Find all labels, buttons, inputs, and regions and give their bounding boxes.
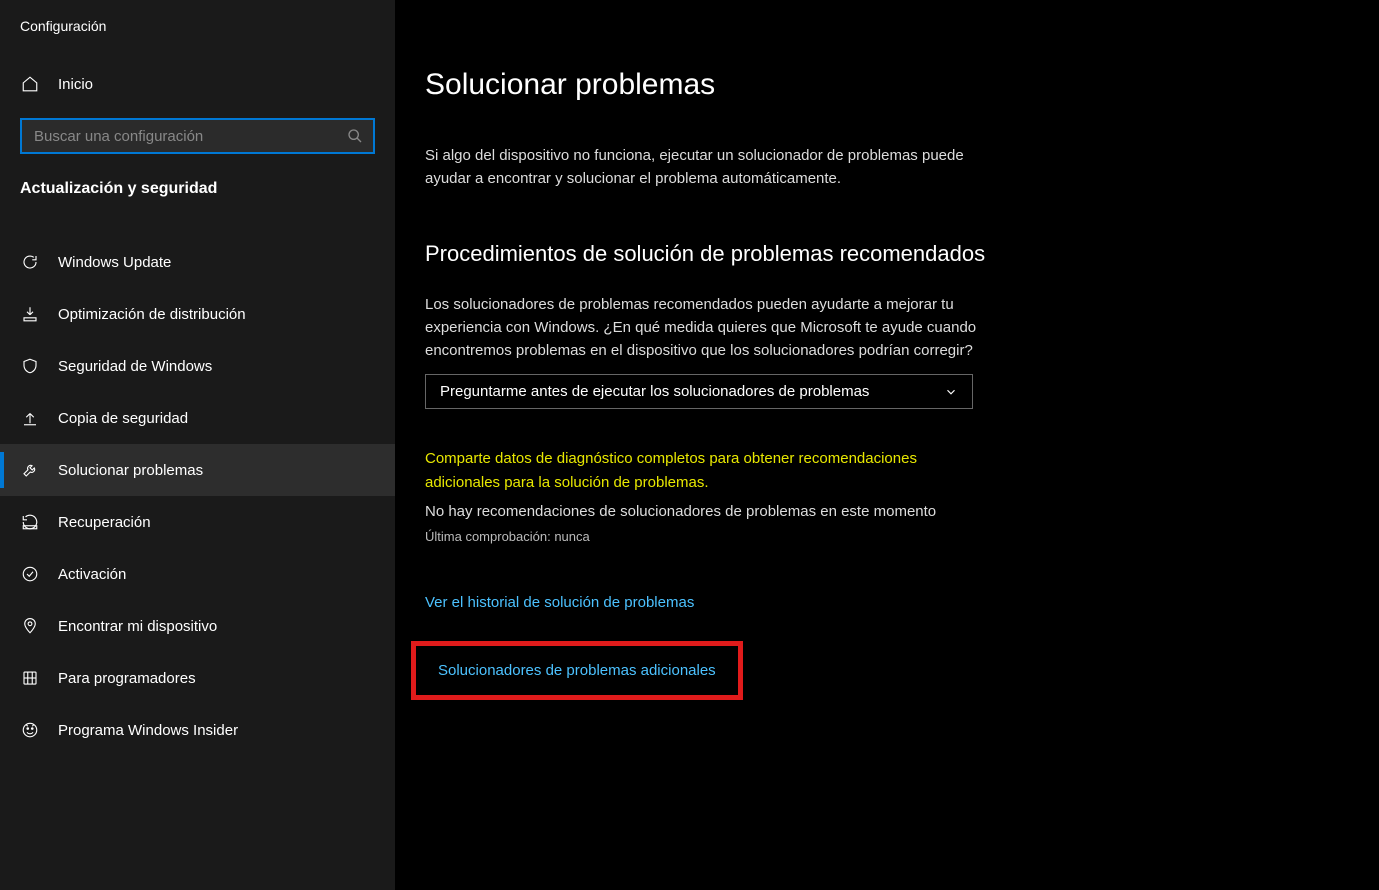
nav-label: Programa Windows Insider [58, 722, 238, 739]
check-circle-icon [20, 564, 40, 584]
sidebar-item-developers[interactable]: Para programadores [0, 652, 395, 704]
main-content: Solucionar problemas Si algo del disposi… [395, 0, 1379, 890]
location-icon [20, 616, 40, 636]
recommended-title: Procedimientos de solución de problemas … [425, 241, 1339, 267]
window-title: Configuración [0, 18, 395, 64]
nav-label: Activación [58, 566, 126, 583]
history-link[interactable]: Ver el historial de solución de problema… [425, 594, 1339, 611]
home-icon [20, 74, 40, 94]
home-label: Inicio [58, 76, 93, 93]
sync-icon [20, 252, 40, 272]
recommended-desc: Los solucionadores de problemas recomend… [425, 293, 985, 363]
nav-label: Copia de seguridad [58, 410, 188, 427]
chevron-down-icon [944, 385, 958, 399]
sidebar-item-find-device[interactable]: Encontrar mi dispositivo [0, 600, 395, 652]
sidebar-item-windows-update[interactable]: Windows Update [0, 236, 395, 288]
run-preference-dropdown[interactable]: Preguntarme antes de ejecutar los soluci… [425, 374, 973, 409]
sidebar-item-backup[interactable]: Copia de seguridad [0, 392, 395, 444]
developer-icon [20, 668, 40, 688]
sidebar-item-recovery[interactable]: Recuperación [0, 496, 395, 548]
backup-icon [20, 408, 40, 428]
highlight-annotation: Solucionadores de problemas adicionales [411, 641, 743, 700]
sidebar-item-troubleshoot[interactable]: Solucionar problemas [0, 444, 395, 496]
section-title: Actualización y seguridad [0, 180, 395, 216]
sidebar-item-activation[interactable]: Activación [0, 548, 395, 600]
nav-label: Optimización de distribución [58, 306, 246, 323]
sidebar-item-insider[interactable]: Programa Windows Insider [0, 704, 395, 756]
page-title: Solucionar problemas [425, 68, 1339, 102]
nav-label: Solucionar problemas [58, 462, 203, 479]
sidebar-item-delivery-optimization[interactable]: Optimización de distribución [0, 288, 395, 340]
nav-label: Seguridad de Windows [58, 358, 212, 375]
search-icon [347, 128, 363, 144]
recovery-icon [20, 512, 40, 532]
diagnostic-warning: Comparte datos de diagnóstico completos … [425, 447, 985, 494]
additional-troubleshooters-link[interactable]: Solucionadores de problemas adicionales [438, 662, 716, 679]
page-description: Si algo del dispositivo no funciona, eje… [425, 144, 985, 191]
last-check: Última comprobación: nunca [425, 529, 1339, 544]
nav-label: Encontrar mi dispositivo [58, 618, 217, 635]
sidebar-item-windows-security[interactable]: Seguridad de Windows [0, 340, 395, 392]
nav-label: Para programadores [58, 670, 196, 687]
nav-list: Windows Update Optimización de distribuc… [0, 236, 395, 756]
home-item[interactable]: Inicio [0, 64, 395, 104]
download-icon [20, 304, 40, 324]
no-recommendations: No hay recomendaciones de solucionadores… [425, 500, 985, 523]
sidebar: Configuración Inicio Actualización y seg… [0, 0, 395, 890]
nav-label: Recuperación [58, 514, 151, 531]
search-box[interactable] [20, 118, 375, 154]
insider-icon [20, 720, 40, 740]
shield-icon [20, 356, 40, 376]
dropdown-value: Preguntarme antes de ejecutar los soluci… [440, 383, 869, 400]
search-input[interactable] [34, 128, 347, 145]
nav-label: Windows Update [58, 254, 171, 271]
wrench-icon [20, 460, 40, 480]
